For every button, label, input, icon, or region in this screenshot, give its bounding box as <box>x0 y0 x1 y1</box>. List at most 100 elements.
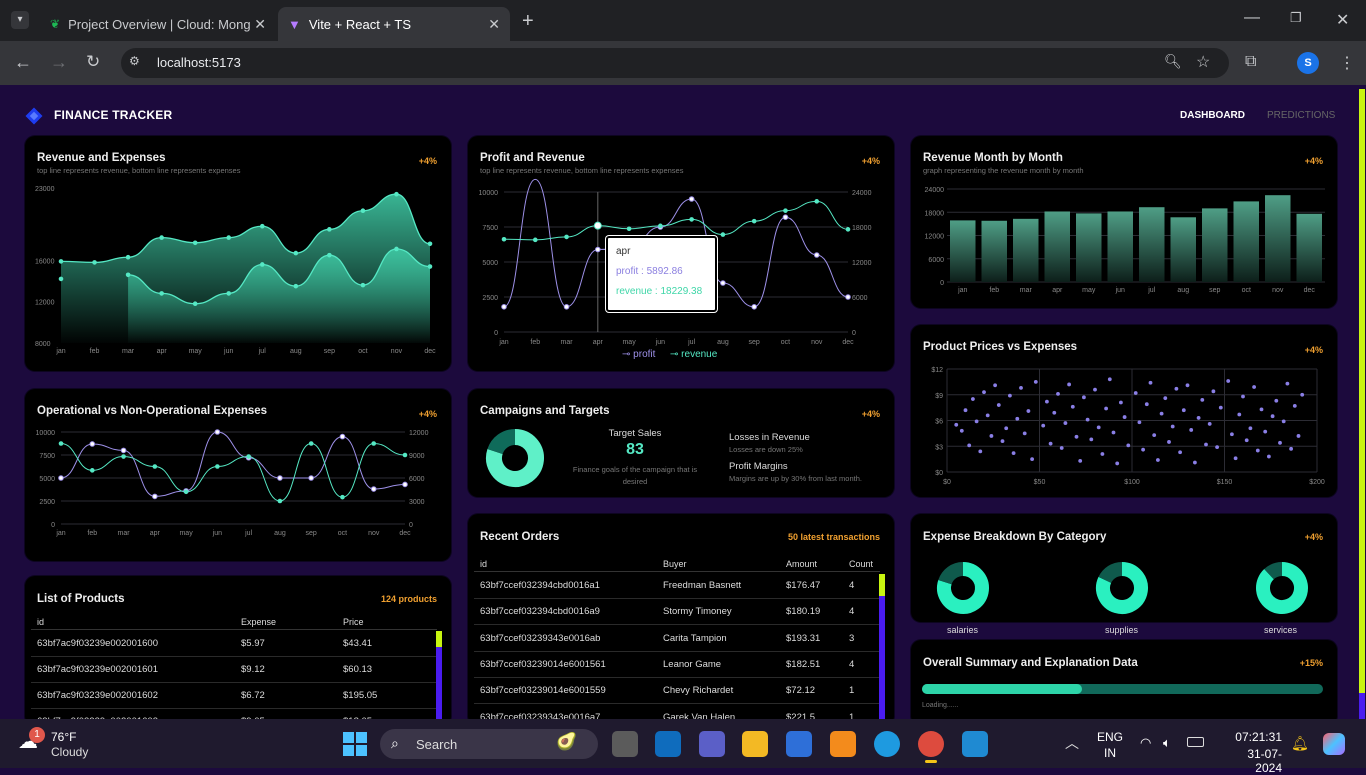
x-tick-label: oct <box>358 348 367 355</box>
language-indicator[interactable]: ENG IN <box>1097 730 1123 760</box>
x-tick-label: jan <box>957 287 967 294</box>
table-row[interactable]: 63bf7ac9f03239e002001600 $5.97 $43.41 <box>31 631 437 657</box>
table-row[interactable]: 63bf7ccef03239343e0016a7 Garek Van Halen $… <box>474 705 880 720</box>
col-id[interactable]: id <box>37 617 44 627</box>
weather-desc[interactable]: Cloudy <box>51 745 88 759</box>
bookmark-star-icon[interactable]: ☆ <box>1196 52 1210 72</box>
table-row[interactable]: 63bf7ccef032394cbd0016a1 Freedman Basnett… <box>474 573 880 599</box>
restore-icon[interactable]: ❐ <box>1290 10 1302 26</box>
x-tick-label: nov <box>811 339 823 346</box>
y2-tick-label: 24000 <box>852 190 872 197</box>
table-row[interactable]: 63bf7ac9f03239e002001603$9.05$18.05 <box>31 709 437 719</box>
card-title: Overall Summary and Explanation Data <box>923 657 1138 669</box>
tab-search-button[interactable]: ▾ <box>11 11 29 29</box>
table-row[interactable]: 63bf7ccef03239014e6001559 Chevy Richardet… <box>474 678 880 705</box>
site-info-icon[interactable]: ⚙ <box>129 54 140 68</box>
expenses-point <box>360 282 366 288</box>
tab-mongodb[interactable]: ❦ Project Overview | Cloud: Mong ✕ <box>40 7 276 41</box>
table-scrollbar[interactable] <box>436 631 442 719</box>
search-icon: ⌕ <box>391 735 399 751</box>
profile-avatar[interactable]: S <box>1297 52 1319 74</box>
app-icon[interactable] <box>830 731 856 757</box>
scrollbar-thumb[interactable] <box>436 631 442 647</box>
table-row[interactable]: 63bf7ac9f03239e002001602 $6.72 $195.05 <box>31 683 437 709</box>
legend-profit[interactable]: ⊸ profit <box>622 349 655 360</box>
menu-kebab-icon[interactable]: ⋮ <box>1339 53 1355 73</box>
revenue-point <box>293 250 299 256</box>
revenue-bar <box>1233 201 1259 282</box>
back-icon[interactable]: ← <box>14 52 32 73</box>
scrollbar-thumb[interactable] <box>879 574 885 596</box>
nav-dashboard[interactable]: DASHBOARD <box>1180 110 1245 121</box>
col-id[interactable]: id <box>480 559 487 569</box>
x-tick-label: may <box>189 348 203 355</box>
non-operational-point <box>402 452 408 458</box>
scatter-point <box>1248 426 1253 431</box>
scatter-point <box>1267 454 1271 459</box>
battery-icon[interactable] <box>1187 737 1204 747</box>
table-row[interactable]: 63bf7ccef032394cbd0016a9 Stormy Timoney $1… <box>474 599 880 626</box>
scrollbar-thumb[interactable] <box>1359 89 1365 693</box>
chevron-up-icon[interactable]: ︿ <box>1065 733 1079 753</box>
address-bar[interactable]: ⚙ localhost:5173 🔍︎ ☆ <box>121 48 1229 78</box>
wifi-icon[interactable]: ◠ <box>1140 735 1151 751</box>
mail-icon[interactable] <box>655 731 681 757</box>
y-tick-label: 2500 <box>482 295 498 302</box>
teams-icon[interactable] <box>699 731 725 757</box>
minimize-icon[interactable]: — <box>1244 9 1260 27</box>
revenue-point <box>845 227 851 232</box>
vscode-icon[interactable] <box>962 731 988 757</box>
forward-icon[interactable]: → <box>50 52 68 73</box>
scatter-point <box>1289 446 1293 451</box>
close-tab-icon[interactable]: ✕ <box>488 16 500 33</box>
y-tick-label: $12 <box>931 367 943 374</box>
cell-count: 3 <box>849 632 855 644</box>
task-view-icon[interactable] <box>612 731 638 757</box>
taskbar-search[interactable]: ⌕ Search 🥑 <box>380 729 598 759</box>
scatter-point <box>996 403 1001 407</box>
expenses-point <box>159 291 164 296</box>
scatter-point <box>1122 415 1127 419</box>
col-amount[interactable]: Amount <box>786 559 817 569</box>
page-scrollbar[interactable] <box>1358 89 1366 719</box>
legend-revenue[interactable]: ⊸ revenue <box>670 349 717 360</box>
close-tab-icon[interactable]: ✕ <box>254 16 266 33</box>
edge-icon[interactable] <box>874 731 900 757</box>
clock[interactable]: 07:21:31 31-07-2024 <box>1222 730 1282 775</box>
bell-icon[interactable]: 🔔︎ <box>1291 735 1309 752</box>
revenue-point <box>564 234 569 240</box>
tab-vite[interactable]: ▼ Vite + React + TS ✕ <box>278 7 510 41</box>
chrome-icon[interactable] <box>918 731 944 757</box>
x-tick-label: jun <box>655 339 665 346</box>
reload-icon[interactable]: ↻ <box>86 52 100 72</box>
volume-icon[interactable]: 🔈︎ <box>1163 735 1171 751</box>
margins-title: Profit Margins <box>729 461 788 472</box>
scatter-point <box>1148 380 1153 385</box>
col-buyer[interactable]: Buyer <box>663 559 687 569</box>
table-row[interactable]: 63bf7ac9f03239e002001601 $9.12 $60.13 <box>31 657 437 683</box>
start-windows-icon[interactable] <box>342 731 368 757</box>
file-explorer-icon[interactable] <box>742 731 768 757</box>
nav-predictions[interactable]: PREDICTIONS <box>1267 110 1335 121</box>
table-row[interactable]: 63bf7ccef03239343e0016ab Carita Tampion $1… <box>474 626 880 652</box>
scatter-point <box>1085 417 1090 422</box>
col-price[interactable]: Price <box>343 617 364 627</box>
scatter-point <box>1104 406 1108 411</box>
copilot-icon[interactable] <box>1323 733 1345 755</box>
table-scrollbar[interactable] <box>879 574 885 719</box>
col-count[interactable]: Count <box>849 559 873 569</box>
revenue-point <box>783 208 788 213</box>
close-window-icon[interactable]: ✕ <box>1336 10 1349 30</box>
profit-point <box>751 304 757 310</box>
zoom-icon[interactable]: 🔍︎ <box>1164 53 1182 70</box>
cell-id: 63bf7ccef032394cbd0016a9 <box>480 606 600 618</box>
table-row[interactable]: 63bf7ccef03239014e6001561 Leanor Game $182… <box>474 652 880 678</box>
new-tab-icon[interactable]: + <box>522 10 534 33</box>
scatter-point <box>1215 445 1219 450</box>
weather-temp[interactable]: 76°F <box>51 730 76 744</box>
store-icon[interactable] <box>786 731 812 757</box>
url-text: localhost:5173 <box>157 55 241 70</box>
extensions-icon[interactable]: ⧉ <box>1245 53 1256 71</box>
col-expense[interactable]: Expense <box>241 617 276 627</box>
services-slice <box>1264 562 1283 580</box>
